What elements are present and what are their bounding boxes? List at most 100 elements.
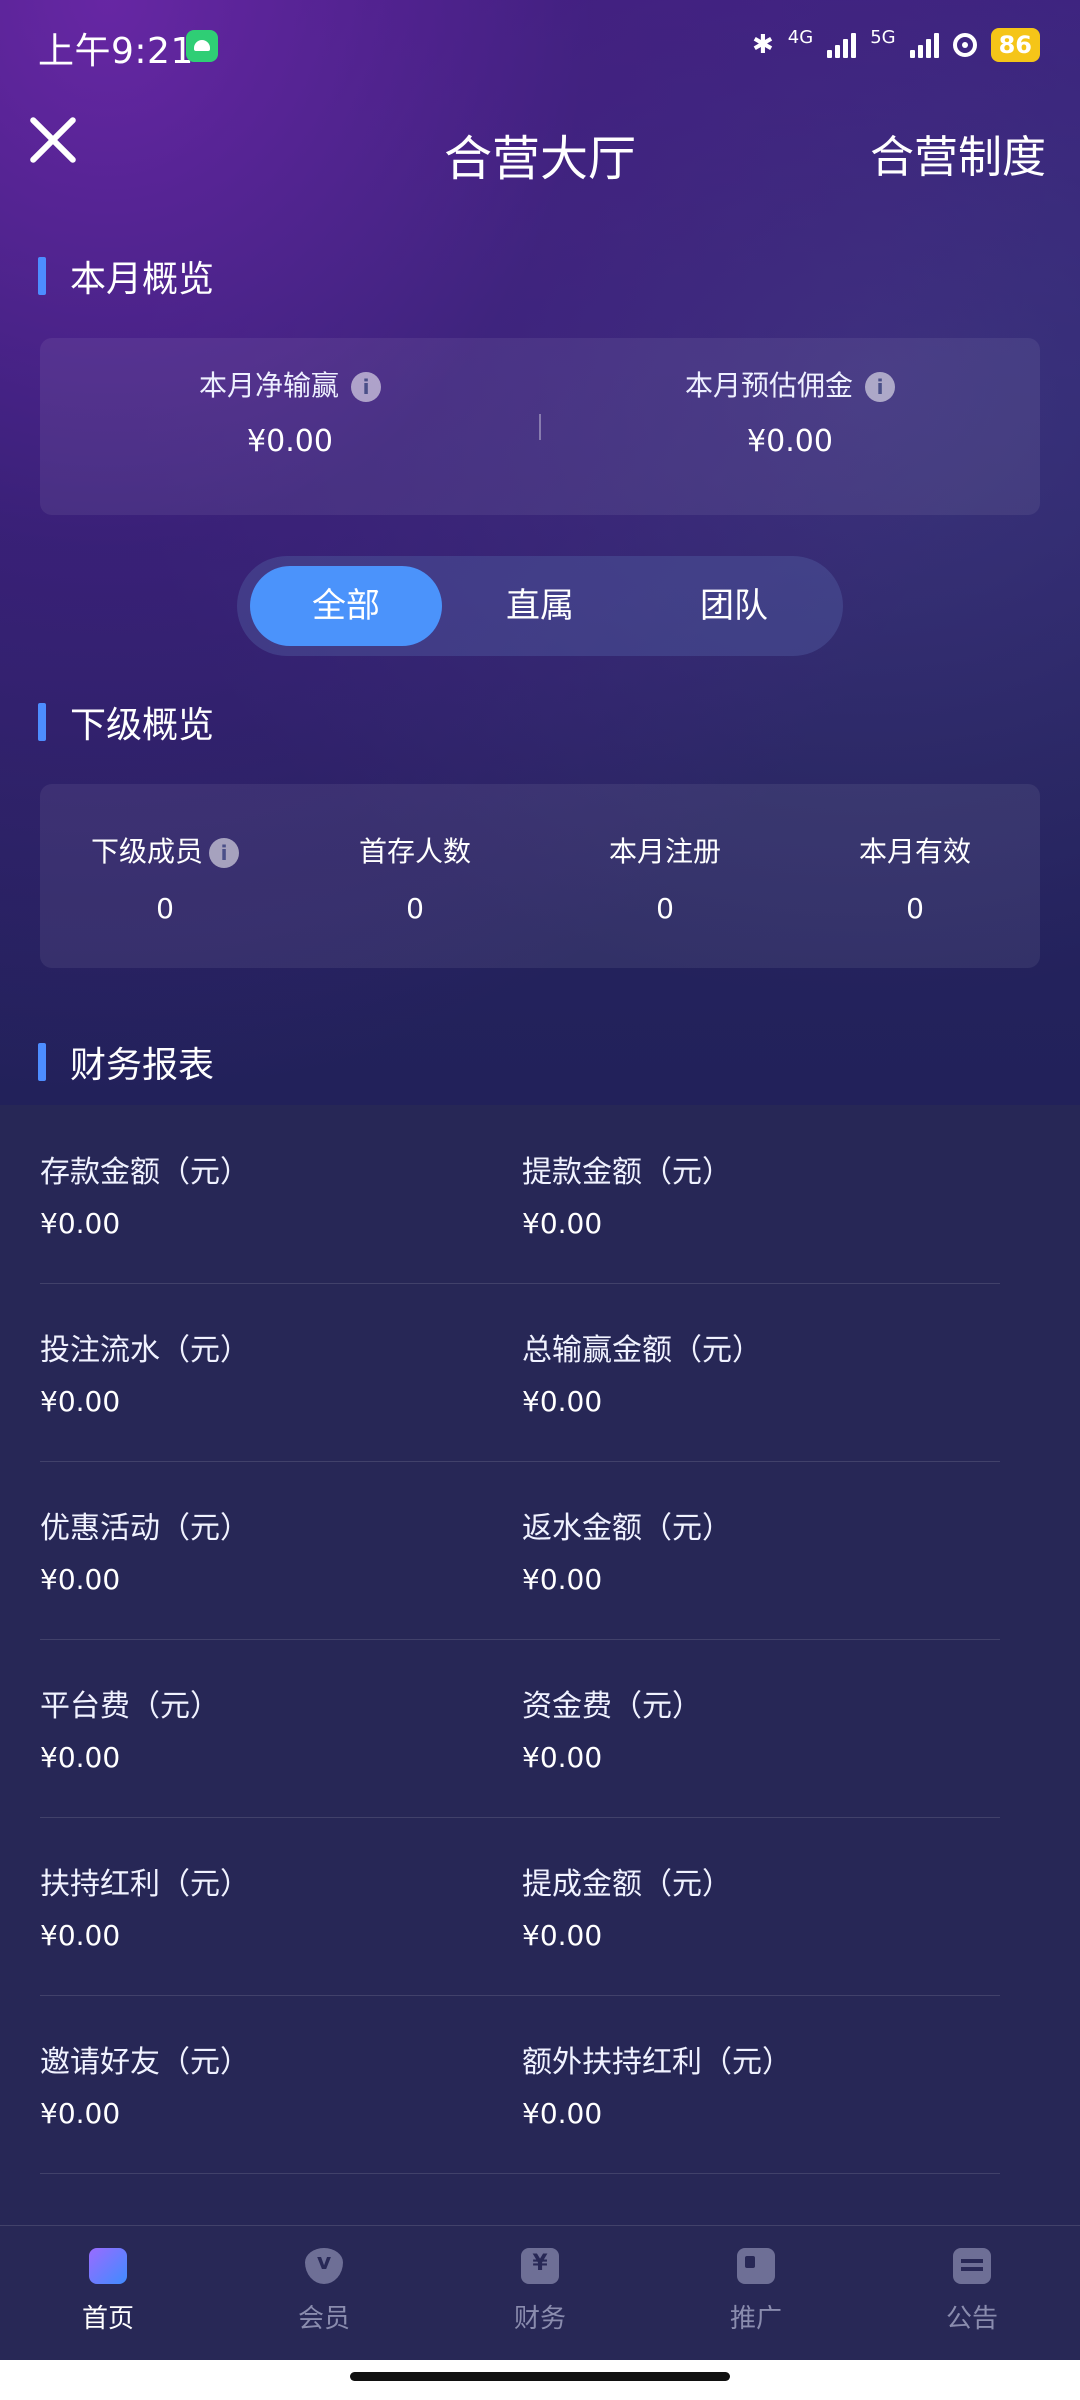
report-label: 平台费（元）: [40, 1689, 220, 1724]
month-overview-title: 本月概览: [70, 259, 215, 300]
tab-home[interactable]: 首页: [0, 2248, 216, 2335]
report-value: ¥0.00: [522, 1919, 603, 1952]
sub-overview-heading: 下级概览: [38, 696, 214, 748]
home-indicator[interactable]: [350, 2372, 730, 2381]
net-win-label: 本月净输赢: [198, 369, 339, 402]
net-win-stat: 本月净输赢 i ¥0.00: [130, 364, 450, 459]
report-label: 优惠活动（元）: [40, 1511, 250, 1546]
month-overview-heading: 本月概览: [38, 250, 214, 302]
info-icon[interactable]: i: [351, 372, 381, 402]
partnership-rules-link[interactable]: 合营制度: [870, 121, 1046, 185]
sub-stat-value: 0: [906, 892, 924, 925]
notice-icon: [953, 2248, 991, 2284]
tab-finance[interactable]: 财务: [432, 2248, 648, 2335]
tab-label: 推广: [729, 2304, 782, 2334]
gesture-bar-area: [0, 2360, 1080, 2400]
system-icons: ✱ 4G 5G 86: [751, 26, 1040, 62]
report-value: ¥0.00: [522, 1563, 603, 1596]
sub-overview-title: 下级概览: [70, 705, 215, 746]
segment-all[interactable]: 全部: [250, 566, 442, 646]
report-value: ¥0.00: [522, 2097, 603, 2130]
tab-label: 公告: [945, 2304, 998, 2334]
battery-indicator: 86: [990, 28, 1040, 62]
report-cell: 存款金额（元） ¥0.00: [40, 1147, 250, 1240]
android-notification-icon: [186, 30, 218, 62]
report-value: ¥0.00: [522, 1741, 603, 1774]
focus-mode-icon: [952, 33, 977, 57]
segment-team[interactable]: 团队: [638, 566, 830, 646]
bottom-tab-bar: 首页 会员 财务 推广 公告: [0, 2225, 1080, 2361]
report-row: 投注流水（元） ¥0.00 总输赢金额（元） ¥0.00: [40, 1283, 1000, 1462]
report-row: 平台费（元） ¥0.00 资金费（元） ¥0.00: [40, 1639, 1000, 1818]
network-type-1: 4G: [787, 26, 814, 48]
report-label: 总输赢金额（元）: [522, 1333, 762, 1368]
report-cell: 投注流水（元） ¥0.00: [40, 1325, 250, 1418]
sub-stat-active: 本月有效 0: [790, 830, 1040, 925]
tab-label: 首页: [81, 2304, 134, 2334]
info-icon[interactable]: i: [209, 838, 239, 868]
sub-overview-card: 下级成员 i 0 首存人数 0 本月注册 0 本月有效 0: [40, 784, 1040, 968]
segment-direct[interactable]: 直属: [444, 566, 636, 646]
info-icon[interactable]: i: [865, 372, 895, 402]
report-label: 扶持红利（元）: [40, 1867, 250, 1902]
report-cell: 额外扶持红利（元） ¥0.00: [522, 2037, 792, 2130]
sub-stat-label: 本月有效: [858, 835, 971, 868]
tab-label: 财务: [513, 2304, 566, 2334]
sub-stat-label: 本月注册: [608, 835, 721, 868]
finance-icon: [521, 2248, 559, 2284]
report-label: 提款金额（元）: [522, 1155, 732, 1190]
report-cell: 提款金额（元） ¥0.00: [522, 1147, 732, 1240]
month-overview-card: 本月净输赢 i ¥0.00 本月预估佣金 i ¥0.00: [40, 338, 1040, 515]
report-value: ¥0.00: [40, 1563, 121, 1596]
report-label: 提成金额（元）: [522, 1867, 732, 1902]
vip-icon: [305, 2248, 343, 2284]
finance-report-panel: 存款金额（元） ¥0.00 提款金额（元） ¥0.00 投注流水（元） ¥0.0…: [0, 1105, 1080, 2225]
nav-bar: 合营大厅 合营制度: [0, 95, 1080, 205]
section-accent-bar: [38, 257, 46, 295]
report-value: ¥0.00: [40, 1385, 121, 1418]
tab-notice[interactable]: 公告: [864, 2248, 1080, 2335]
report-cell: 返水金额（元） ¥0.00: [522, 1503, 732, 1596]
commission-stat: 本月预估佣金 i ¥0.00: [630, 364, 950, 459]
scope-segmented-control: 全部 直属 团队: [237, 556, 843, 656]
report-cell: 平台费（元） ¥0.00: [40, 1681, 220, 1774]
finance-report-title: 财务报表: [70, 1045, 215, 1086]
sub-stat-members: 下级成员 i 0: [40, 830, 290, 925]
sub-stat-value: 0: [656, 892, 674, 925]
section-accent-bar: [38, 1043, 46, 1081]
tab-members[interactable]: 会员: [216, 2248, 432, 2335]
report-value: ¥0.00: [522, 1207, 603, 1240]
signal-icon-2: [909, 32, 939, 58]
report-cell: 资金费（元） ¥0.00: [522, 1681, 702, 1774]
commission-label: 本月预估佣金: [684, 369, 853, 402]
report-value: ¥0.00: [522, 1385, 603, 1418]
report-cell: 优惠活动（元） ¥0.00: [40, 1503, 250, 1596]
signal-icon-1: [827, 32, 857, 58]
report-label: 资金费（元）: [522, 1689, 702, 1724]
report-label: 额外扶持红利（元）: [522, 2045, 792, 2080]
sub-stat-value: 0: [156, 892, 174, 925]
report-cell: 邀请好友（元） ¥0.00: [40, 2037, 250, 2130]
report-label: 返水金额（元）: [522, 1511, 732, 1546]
report-label: 邀请好友（元）: [40, 2045, 250, 2080]
report-value: ¥0.00: [40, 1919, 121, 1952]
report-row: 优惠活动（元） ¥0.00 返水金额（元） ¥0.00: [40, 1461, 1000, 1640]
sub-stat-label: 下级成员: [90, 835, 203, 868]
section-accent-bar: [38, 703, 46, 741]
sub-stat-first-deposit: 首存人数 0: [290, 830, 540, 925]
finance-report-heading: 财务报表: [38, 1036, 214, 1088]
bluetooth-icon: ✱: [751, 30, 774, 60]
home-icon: [89, 2248, 127, 2284]
report-value: ¥0.00: [40, 1741, 121, 1774]
report-label: 存款金额（元）: [40, 1155, 250, 1190]
promotion-icon: [737, 2248, 775, 2284]
sub-stat-value: 0: [406, 892, 424, 925]
report-value: ¥0.00: [40, 1207, 121, 1240]
commission-value: ¥0.00: [747, 424, 833, 459]
sub-stat-label: 首存人数: [358, 835, 471, 868]
status-time: 上午9:21: [38, 31, 194, 72]
sub-stat-registered: 本月注册 0: [540, 830, 790, 925]
report-row: 扶持红利（元） ¥0.00 提成金额（元） ¥0.00: [40, 1817, 1000, 1996]
network-type-2: 5G: [870, 26, 896, 48]
tab-promotion[interactable]: 推广: [648, 2248, 864, 2335]
